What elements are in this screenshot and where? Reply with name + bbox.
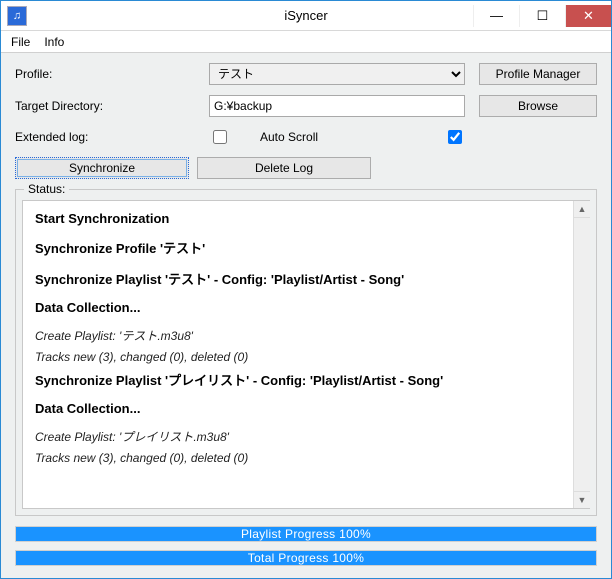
titlebar[interactable]: ♫ iSyncer — ☐ ✕ [1,1,611,31]
playlist-progress-bar: Playlist Progress 100% [15,526,597,542]
close-button[interactable]: ✕ [565,5,611,27]
log-heading: Synchronize Playlist 'テスト' - Config: 'Pl… [35,269,561,288]
profile-manager-button[interactable]: Profile Manager [479,63,597,85]
progress-area: Playlist Progress 100% Total Progress 10… [1,524,611,578]
log-heading: Synchronize Playlist 'プレイリスト' - Config: … [35,370,561,389]
log-line: Create Playlist: 'プレイリスト.m3u8' [35,428,561,445]
menu-file[interactable]: File [5,33,36,51]
checkbox-row: Auto Scroll [209,127,465,147]
menu-info[interactable]: Info [38,33,70,51]
music-icon: ♫ [7,6,27,26]
profile-label: Profile: [15,67,195,81]
auto-scroll-checkbox[interactable] [448,130,462,144]
log-line: Tracks new (3), changed (0), deleted (0) [35,451,561,465]
action-buttons: Synchronize Delete Log [1,153,611,187]
log-heading: Data Collection... [35,300,561,315]
auto-scroll-label: Auto Scroll [260,130,318,144]
window-controls: — ☐ ✕ [473,5,611,27]
status-group-label: Status: [24,182,69,196]
scrollbar[interactable]: ▲ ▼ [573,201,590,508]
log-heading: Data Collection... [35,401,561,416]
scroll-up-icon[interactable]: ▲ [574,201,590,218]
extended-log-label: Extended log: [15,130,195,144]
browse-button[interactable]: Browse [479,95,597,117]
total-progress-bar: Total Progress 100% [15,550,597,566]
delete-log-button[interactable]: Delete Log [197,157,371,179]
log-heading: Synchronize Profile 'テスト' [35,238,561,257]
profile-select[interactable]: テスト [209,63,465,85]
log-line: Create Playlist: 'テスト.m3u8' [35,327,561,344]
target-directory-input[interactable] [209,95,465,117]
menubar: File Info [1,31,611,53]
log-heading: Start Synchronization [35,211,561,226]
scroll-down-icon[interactable]: ▼ [574,491,590,508]
status-group: Status: Start SynchronizationSynchronize… [15,189,597,516]
log-line: Tracks new (3), changed (0), deleted (0) [35,350,561,364]
extended-log-checkbox[interactable] [213,130,227,144]
target-directory-label: Target Directory: [15,99,195,113]
status-log: Start Synchronization Synchronize Profile… [22,200,590,509]
status-log-content: Start Synchronization Synchronize Profile… [23,201,573,508]
app-window: ♫ iSyncer — ☐ ✕ File Info Profile: テスト P… [0,0,612,579]
maximize-button[interactable]: ☐ [519,5,565,27]
form-area: Profile: テスト Profile Manager Target Dire… [1,53,611,153]
synchronize-button[interactable]: Synchronize [15,157,189,179]
minimize-button[interactable]: — [473,5,519,27]
